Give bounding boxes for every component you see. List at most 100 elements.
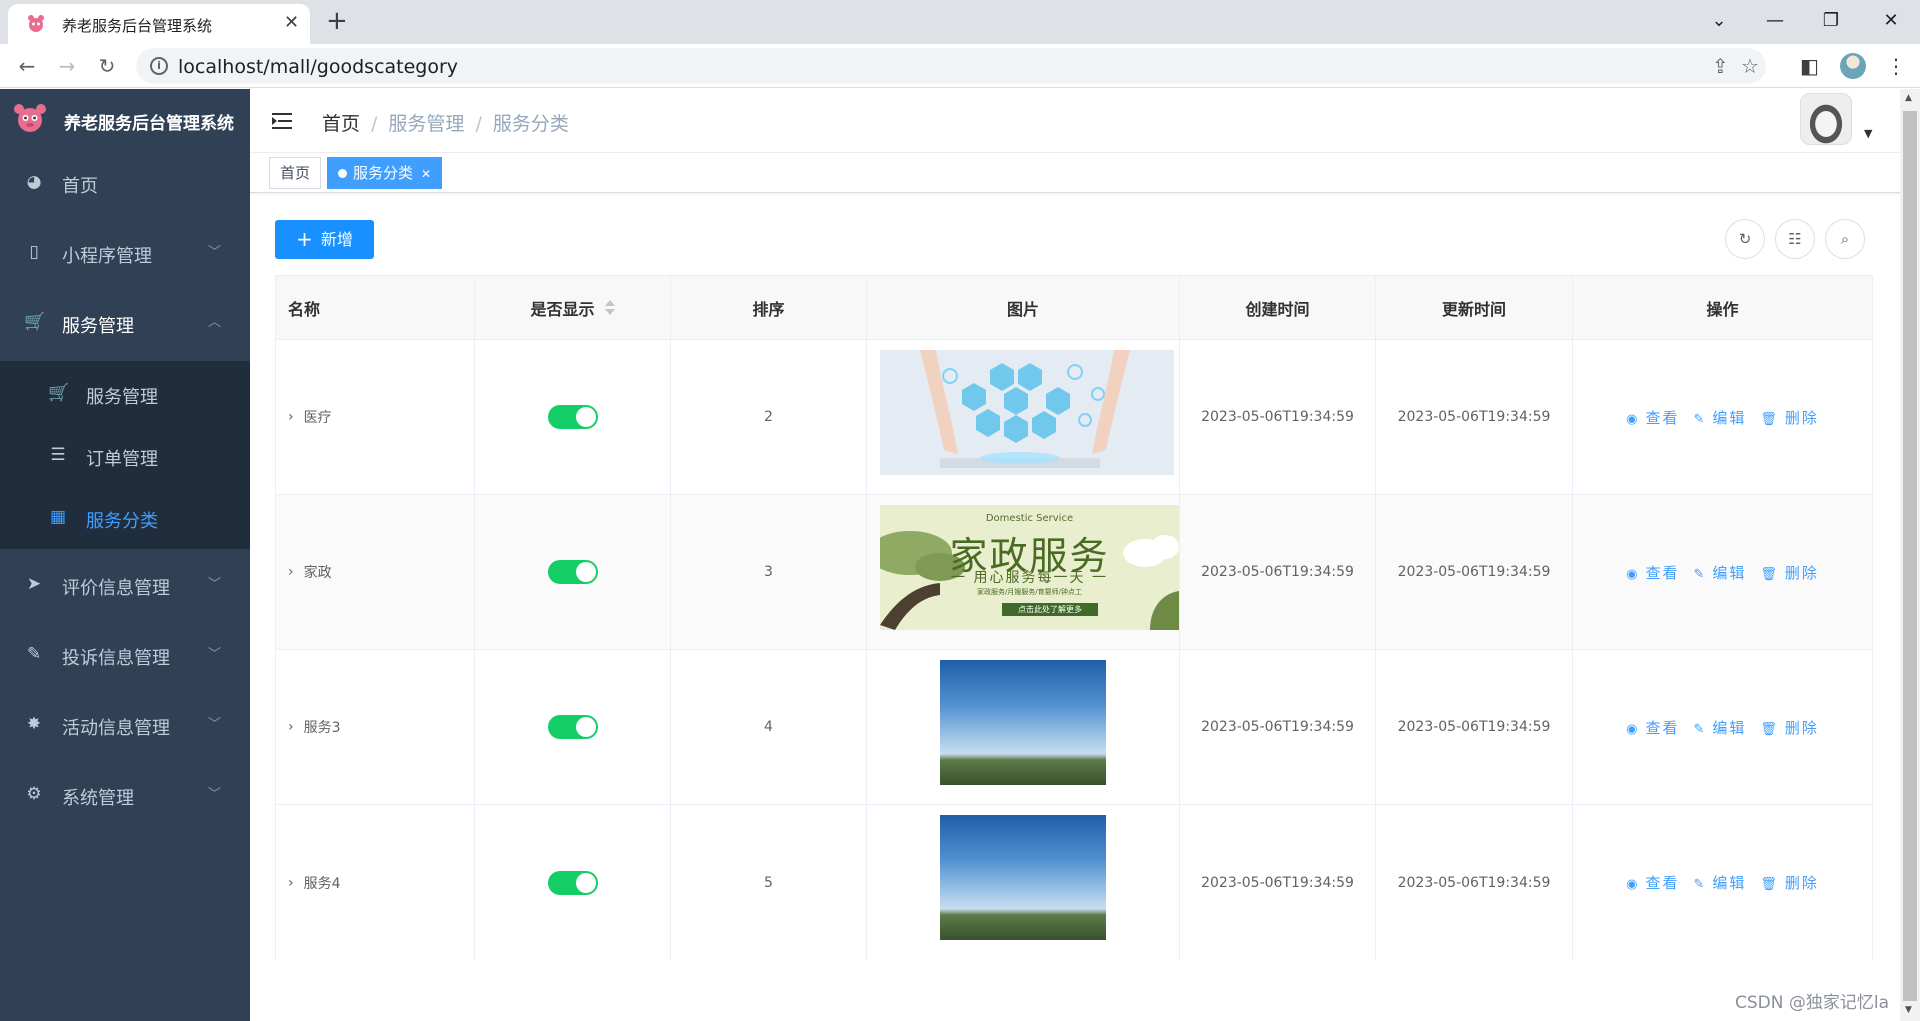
menu-fold-icon[interactable] <box>272 111 294 131</box>
edit-doc-icon: ✎ <box>26 644 42 664</box>
domestic-service-image[interactable]: Domestic Service 家政服务 一 用心服务每一天 一 家政服务/月… <box>880 505 1179 630</box>
expand-row-icon[interactable]: › <box>288 719 294 735</box>
cell-show <box>475 650 671 804</box>
side-panel-icon[interactable]: ◧ <box>1800 54 1819 78</box>
browser-menu-icon[interactable]: ⋮ <box>1886 54 1906 78</box>
edit-icon: ✎ <box>1693 566 1705 582</box>
back-icon[interactable]: ← <box>12 51 42 81</box>
cell-image <box>867 340 1180 494</box>
breadcrumb-category: 服务分类 <box>492 113 569 135</box>
share-icon[interactable]: ⇪ <box>1712 54 1729 78</box>
landscape-sky-image[interactable] <box>940 660 1106 785</box>
edit-button[interactable]: ✎ 编辑 <box>1693 407 1746 428</box>
column-header-show[interactable]: 是否显示 <box>475 276 671 339</box>
column-title: 创建时间 <box>1245 299 1310 319</box>
toggle-knob <box>575 872 596 893</box>
new-tab-icon[interactable]: + <box>326 4 348 38</box>
page-scrollbar[interactable]: ▲ ▼ <box>1900 89 1920 1021</box>
cell-actions: ◉ 查看 ✎ 编辑 🗑 删除 <box>1573 495 1872 649</box>
show-toggle[interactable] <box>547 405 598 429</box>
row-created: 2023-05-06T19:34:59 <box>1201 719 1354 735</box>
medical-image[interactable] <box>880 350 1174 475</box>
delete-button[interactable]: 🗑 删除 <box>1760 562 1819 583</box>
close-tab-icon[interactable]: ✕ <box>284 12 299 33</box>
domestic-subtitle: Domestic Service <box>985 513 1074 524</box>
scroll-up-icon[interactable]: ▲ <box>1905 93 1912 103</box>
window-close-icon[interactable]: ✕ <box>1868 6 1914 36</box>
scrollbar-thumb[interactable] <box>1903 111 1917 1001</box>
minimize-icon[interactable]: — <box>1752 6 1798 36</box>
domestic-services: 家政服务/月嫂服务/育婴师/钟点工 <box>976 588 1083 596</box>
expand-row-icon[interactable]: › <box>288 409 294 425</box>
view-label: 查看 <box>1645 563 1680 582</box>
cell-sort: 2 <box>671 340 867 494</box>
refresh-button[interactable]: ↻ <box>1725 219 1765 259</box>
edit-label: 编辑 <box>1712 874 1747 892</box>
column-settings-button[interactable]: ☷ <box>1775 219 1815 259</box>
view-button[interactable]: ◉ 查看 <box>1626 872 1679 893</box>
sidebar-item-service[interactable]: 🛒 服务管理 ︿ <box>0 289 250 359</box>
table-header: 名称 是否显示 排序 图片 创建时间 更新时间 操作 <box>276 276 1872 340</box>
column-title: 更新时间 <box>1441 299 1506 319</box>
browser-tab[interactable]: 养老服务后台管理系统 ✕ <box>8 4 310 44</box>
sidebar-item-reviews[interactable]: ➤ 评价信息管理 ﹀ <box>0 551 250 621</box>
close-icon[interactable]: ✕ <box>421 167 431 181</box>
expand-row-icon[interactable]: › <box>288 875 294 891</box>
add-button[interactable]: + 新增 <box>275 220 374 259</box>
row-created: 2023-05-06T19:34:59 <box>1201 874 1354 891</box>
row-created: 2023-05-06T19:34:59 <box>1201 409 1354 425</box>
cell-actions: ◉ 查看 ✎ 编辑 🗑 删除 <box>1573 650 1872 804</box>
show-toggle[interactable] <box>547 870 598 895</box>
trash-icon: 🗑 <box>1760 721 1777 737</box>
sidebar-item-miniprogram[interactable]: ▯ 小程序管理 ﹀ <box>0 219 250 289</box>
delete-button[interactable]: 🗑 删除 <box>1760 717 1819 738</box>
row-sort: 5 <box>764 874 773 891</box>
sidebar-subitem-category[interactable]: ▦ 服务分类 <box>0 487 250 549</box>
sidebar-subitem-orders[interactable]: ☰ 订单管理 <box>0 425 250 487</box>
restore-icon[interactable]: ❐ <box>1808 6 1854 36</box>
landscape-sky-image[interactable] <box>940 815 1106 940</box>
scroll-down-icon[interactable]: ▼ <box>1905 1005 1912 1015</box>
row-name: 服务3 <box>303 720 341 736</box>
show-toggle[interactable] <box>547 715 598 739</box>
profile-avatar[interactable] <box>1840 53 1866 79</box>
search-toggle-button[interactable]: ⌕ <box>1825 219 1865 259</box>
delete-button[interactable]: 🗑 删除 <box>1760 872 1819 893</box>
edit-button[interactable]: ✎ 编辑 <box>1693 872 1746 893</box>
edit-button[interactable]: ✎ 编辑 <box>1693 562 1746 583</box>
breadcrumb-home[interactable]: 首页 <box>322 113 360 135</box>
sidebar-item-complaints[interactable]: ✎ 投诉信息管理 ﹀ <box>0 621 250 691</box>
caret-down-icon[interactable]: ▼ <box>1864 127 1872 140</box>
view-button[interactable]: ◉ 查看 <box>1626 407 1679 428</box>
view-button[interactable]: ◉ 查看 <box>1626 562 1679 583</box>
edit-label: 编辑 <box>1712 408 1747 427</box>
delete-button[interactable]: 🗑 删除 <box>1760 407 1819 428</box>
site-info-icon[interactable]: i <box>150 57 168 75</box>
tag-service-category[interactable]: 服务分类 ✕ <box>327 157 443 189</box>
sidebar-item-activities[interactable]: ✸ 活动信息管理 ﹀ <box>0 691 250 761</box>
sidebar-logo[interactable]: 养老服务后台管理系统 <box>0 89 250 149</box>
sidebar-item-system[interactable]: ⚙ 系统管理 ﹀ <box>0 761 250 831</box>
cell-name: › 服务4 <box>276 805 475 960</box>
cell-updated: 2023-05-06T19:34:59 <box>1376 495 1573 649</box>
sidebar-item-home[interactable]: ◕ 首页 <box>0 149 250 219</box>
breadcrumb-service: 服务管理 <box>388 113 465 135</box>
tag-home[interactable]: 首页 <box>269 157 322 189</box>
reload-icon[interactable]: ↻ <box>92 51 122 81</box>
edit-button[interactable]: ✎ 编辑 <box>1693 717 1746 738</box>
bookmark-star-icon[interactable]: ☆ <box>1741 54 1759 78</box>
sidebar-subitem-service[interactable]: 🛒 服务管理 <box>0 363 250 425</box>
forward-icon[interactable]: → <box>52 51 82 81</box>
cell-actions: ◉ 查看 ✎ 编辑 🗑 删除 <box>1573 340 1872 494</box>
view-button[interactable]: ◉ 查看 <box>1626 717 1679 738</box>
user-avatar[interactable] <box>1800 93 1852 145</box>
table-row: › 服务4 5 2023-05-06T19:34:59 2023-05-06T19… <box>276 805 1872 960</box>
tab-search-icon[interactable]: ⌄ <box>1696 6 1742 36</box>
edit-label: 编辑 <box>1712 563 1747 582</box>
sidebar: 养老服务后台管理系统 ◕ 首页 ▯ 小程序管理 ﹀ 🛒 服务管理 ︿ 🛒 服务管… <box>0 89 250 1021</box>
expand-row-icon[interactable]: › <box>288 564 294 580</box>
show-toggle[interactable] <box>547 560 598 584</box>
sort-icon[interactable] <box>604 299 615 316</box>
url-input[interactable]: i localhost/mall/goodscategory ⇪ ☆ <box>136 48 1766 84</box>
row-updated: 2023-05-06T19:34:59 <box>1397 409 1551 425</box>
